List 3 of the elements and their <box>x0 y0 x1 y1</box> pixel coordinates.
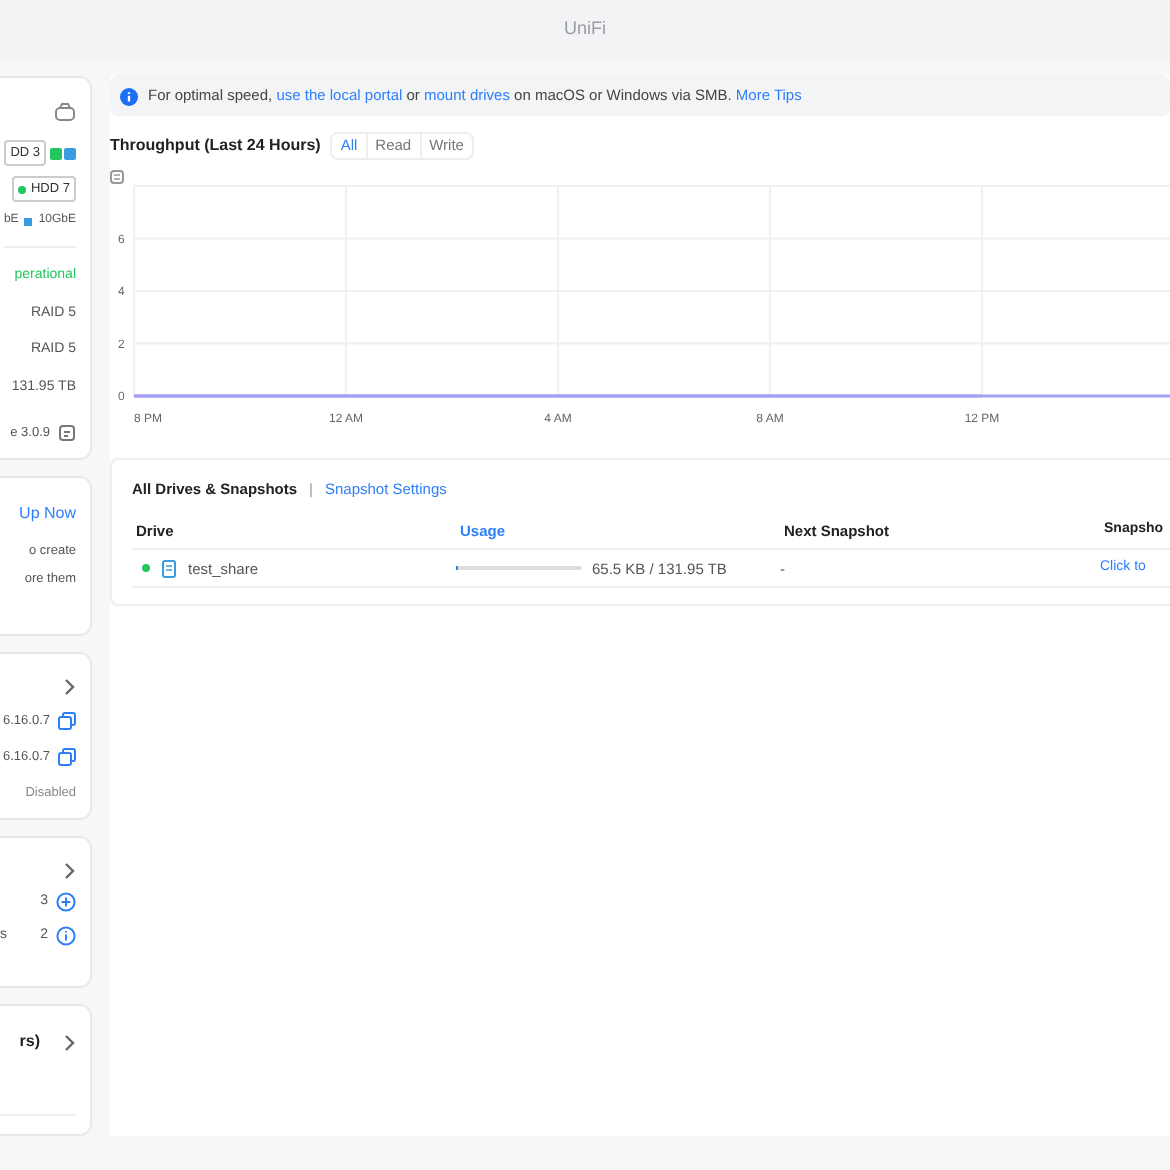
window-title: UniFi <box>563 16 606 43</box>
card-title: rs) <box>19 1030 40 1054</box>
section-title: Throughput (Last 24 Hours) <box>110 134 321 158</box>
